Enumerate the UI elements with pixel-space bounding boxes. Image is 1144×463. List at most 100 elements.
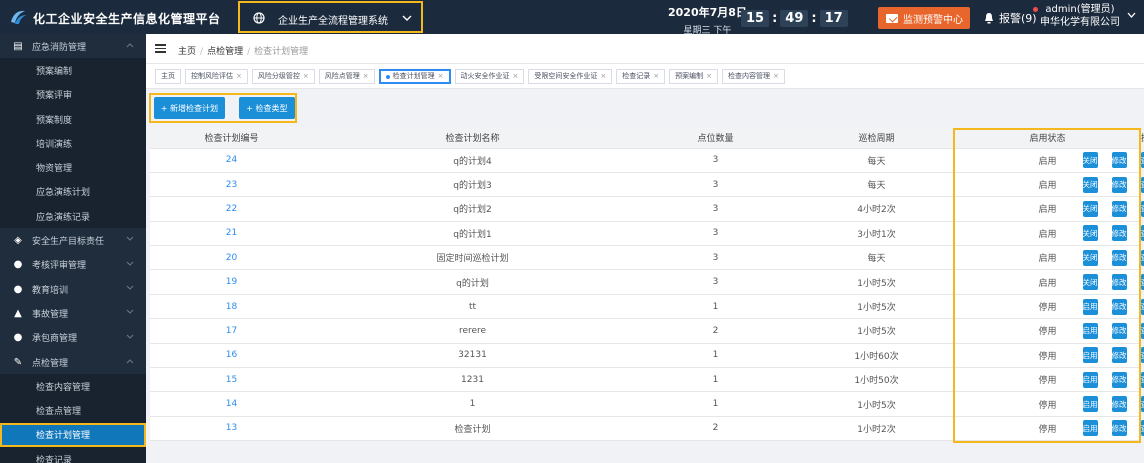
check-type-button[interactable]: + 检查类型 bbox=[238, 97, 295, 119]
sidebar-item-label: 培训演练 bbox=[36, 139, 73, 150]
close-icon[interactable]: × bbox=[773, 70, 779, 83]
view-route-button[interactable]: 查看路线 bbox=[1140, 200, 1144, 217]
breadcrumb-home[interactable]: 主页 bbox=[178, 47, 196, 57]
view-route-button[interactable]: 查看路线 bbox=[1140, 420, 1144, 437]
system-selector[interactable]: 企业生产全流程管理系统 bbox=[238, 1, 423, 33]
sidebar-group[interactable]: ● 教育培训 bbox=[0, 276, 146, 302]
alarm-button[interactable]: 报警(9) bbox=[983, 7, 1038, 26]
menu-toggle-icon[interactable] bbox=[155, 44, 166, 53]
edit-button[interactable]: 修改 bbox=[1111, 396, 1127, 413]
chevron-down-icon[interactable] bbox=[1127, 11, 1136, 19]
toggle-status-button[interactable]: 启用 bbox=[1082, 371, 1098, 388]
breadcrumb-section[interactable]: 点检管理 bbox=[207, 47, 243, 57]
plan-id-cell[interactable]: 14 bbox=[150, 391, 313, 417]
sidebar-item[interactable]: 预案制度 bbox=[0, 106, 146, 132]
table-row: 13检查计划21小时2次停用启用修改查看路线删除 bbox=[150, 416, 1144, 442]
plan-id-cell[interactable]: 23 bbox=[150, 172, 313, 198]
toggle-status-button[interactable]: 启用 bbox=[1082, 322, 1098, 339]
sidebar-item[interactable]: 检查内容管理 bbox=[0, 374, 146, 399]
close-icon[interactable]: × bbox=[513, 70, 519, 83]
edit-button[interactable]: 修改 bbox=[1111, 152, 1127, 169]
sidebar-item[interactable]: 物资管理 bbox=[0, 155, 146, 180]
view-route-button[interactable]: 查看路线 bbox=[1140, 396, 1144, 413]
plan-id-cell[interactable]: 16 bbox=[150, 343, 313, 369]
toggle-status-button[interactable]: 关闭 bbox=[1082, 225, 1098, 242]
edit-button[interactable]: 修改 bbox=[1111, 298, 1127, 315]
sidebar-group[interactable]: ◈ 安全生产目标责任 bbox=[0, 228, 146, 253]
plan-id-cell[interactable]: 20 bbox=[150, 245, 313, 271]
close-icon[interactable]: × bbox=[706, 70, 712, 83]
close-icon[interactable]: × bbox=[236, 70, 242, 83]
sidebar-item[interactable]: 检查点管理 bbox=[0, 398, 146, 423]
plan-id-cell[interactable]: 22 bbox=[150, 196, 313, 222]
add-plan-button[interactable]: + 新增检查计划 bbox=[154, 97, 225, 119]
point-count-cell: 2 bbox=[632, 318, 799, 344]
plan-id-cell[interactable]: 17 bbox=[150, 318, 313, 344]
toggle-status-button[interactable]: 启用 bbox=[1082, 347, 1098, 364]
close-icon[interactable]: × bbox=[363, 70, 369, 83]
tab[interactable]: 动火安全作业证 × bbox=[454, 69, 525, 84]
tab[interactable]: 检查内容管理 × bbox=[722, 69, 785, 84]
edit-button[interactable]: 修改 bbox=[1111, 249, 1127, 266]
tab[interactable]: 受限空间安全作业证 × bbox=[528, 69, 613, 84]
tab[interactable]: 检查记录 × bbox=[616, 69, 666, 84]
tab[interactable]: 检查计划管理 × bbox=[378, 69, 451, 84]
edit-button[interactable]: 修改 bbox=[1111, 371, 1127, 388]
table-row: 24q的计划43每天启用关闭修改查看路线删除 bbox=[150, 148, 1144, 173]
tab[interactable]: 控制风险评估 × bbox=[185, 69, 248, 84]
edit-button[interactable]: 修改 bbox=[1111, 274, 1127, 291]
edit-button[interactable]: 修改 bbox=[1111, 322, 1127, 339]
toggle-status-button[interactable]: 关闭 bbox=[1082, 274, 1098, 291]
toggle-status-button[interactable]: 关闭 bbox=[1082, 152, 1098, 169]
view-route-button[interactable]: 查看路线 bbox=[1140, 371, 1144, 388]
close-icon[interactable]: × bbox=[600, 70, 606, 83]
close-icon[interactable]: × bbox=[303, 70, 309, 83]
sidebar-group[interactable]: ▤ 应急消防管理 bbox=[0, 34, 146, 59]
view-route-button[interactable]: 查看路线 bbox=[1140, 347, 1144, 364]
view-route-button[interactable]: 查看路线 bbox=[1140, 298, 1144, 315]
sidebar-item-label: 预案评审 bbox=[36, 91, 73, 102]
sidebar-item[interactable]: 检查记录 bbox=[0, 447, 146, 463]
plan-id-cell[interactable]: 19 bbox=[150, 269, 313, 295]
view-route-button[interactable]: 查看路线 bbox=[1140, 249, 1144, 266]
edit-button[interactable]: 修改 bbox=[1111, 420, 1127, 437]
view-route-button[interactable]: 查看路线 bbox=[1140, 274, 1144, 291]
tab[interactable]: 预案编制 × bbox=[669, 69, 718, 84]
edit-button[interactable]: 修改 bbox=[1111, 200, 1127, 217]
close-icon[interactable]: × bbox=[653, 70, 659, 83]
view-route-button[interactable]: 查看路线 bbox=[1140, 322, 1144, 339]
toggle-status-button[interactable]: 启用 bbox=[1082, 298, 1098, 315]
sidebar-item[interactable]: 预案评审 bbox=[0, 82, 146, 107]
sidebar-item[interactable]: 培训演练 bbox=[0, 131, 146, 156]
sidebar-group[interactable]: ● 承包商管理 bbox=[0, 325, 146, 350]
tab[interactable]: 风险分级管控 × bbox=[251, 69, 315, 84]
tab[interactable]: 主页 bbox=[155, 69, 181, 84]
view-route-button[interactable]: 查看路线 bbox=[1140, 176, 1144, 193]
sidebar-item[interactable]: 检查计划管理 bbox=[0, 422, 146, 448]
edit-button[interactable]: 修改 bbox=[1111, 347, 1127, 364]
plan-id-cell[interactable]: 24 bbox=[150, 148, 313, 173]
close-icon[interactable]: × bbox=[438, 70, 444, 83]
edit-button[interactable]: 修改 bbox=[1111, 176, 1127, 193]
plan-id-cell[interactable]: 13 bbox=[150, 416, 313, 442]
monitor-center-button[interactable]: 监测预警中心 bbox=[878, 7, 970, 29]
edit-button[interactable]: 修改 bbox=[1111, 225, 1127, 242]
toggle-status-button[interactable]: 启用 bbox=[1082, 420, 1098, 437]
view-route-button[interactable]: 查看路线 bbox=[1140, 225, 1144, 242]
plan-id-cell[interactable]: 15 bbox=[150, 367, 313, 393]
toggle-status-button[interactable]: 关闭 bbox=[1082, 200, 1098, 217]
user-menu[interactable]: admin(管理员) 申华化学有限公司 bbox=[1040, 3, 1120, 29]
toggle-status-button[interactable]: 关闭 bbox=[1082, 176, 1098, 193]
toggle-status-button[interactable]: 启用 bbox=[1082, 396, 1098, 413]
sidebar-group[interactable]: ● 考核评审管理 bbox=[0, 252, 146, 277]
view-route-button[interactable]: 查看路线 bbox=[1140, 152, 1144, 169]
sidebar-item[interactable]: 应急演练计划 bbox=[0, 179, 146, 205]
sidebar-group[interactable]: ✎ 点检管理 bbox=[0, 349, 146, 375]
sidebar-item[interactable]: 预案编制 bbox=[0, 58, 146, 83]
sidebar-group[interactable]: ▲ 事故管理 bbox=[0, 301, 146, 326]
plan-id-cell[interactable]: 21 bbox=[150, 221, 313, 247]
tab[interactable]: 风险点管理 × bbox=[318, 69, 375, 84]
sidebar-item[interactable]: 应急演练记录 bbox=[0, 204, 146, 229]
plan-id-cell[interactable]: 18 bbox=[150, 294, 313, 320]
toggle-status-button[interactable]: 关闭 bbox=[1082, 249, 1098, 266]
